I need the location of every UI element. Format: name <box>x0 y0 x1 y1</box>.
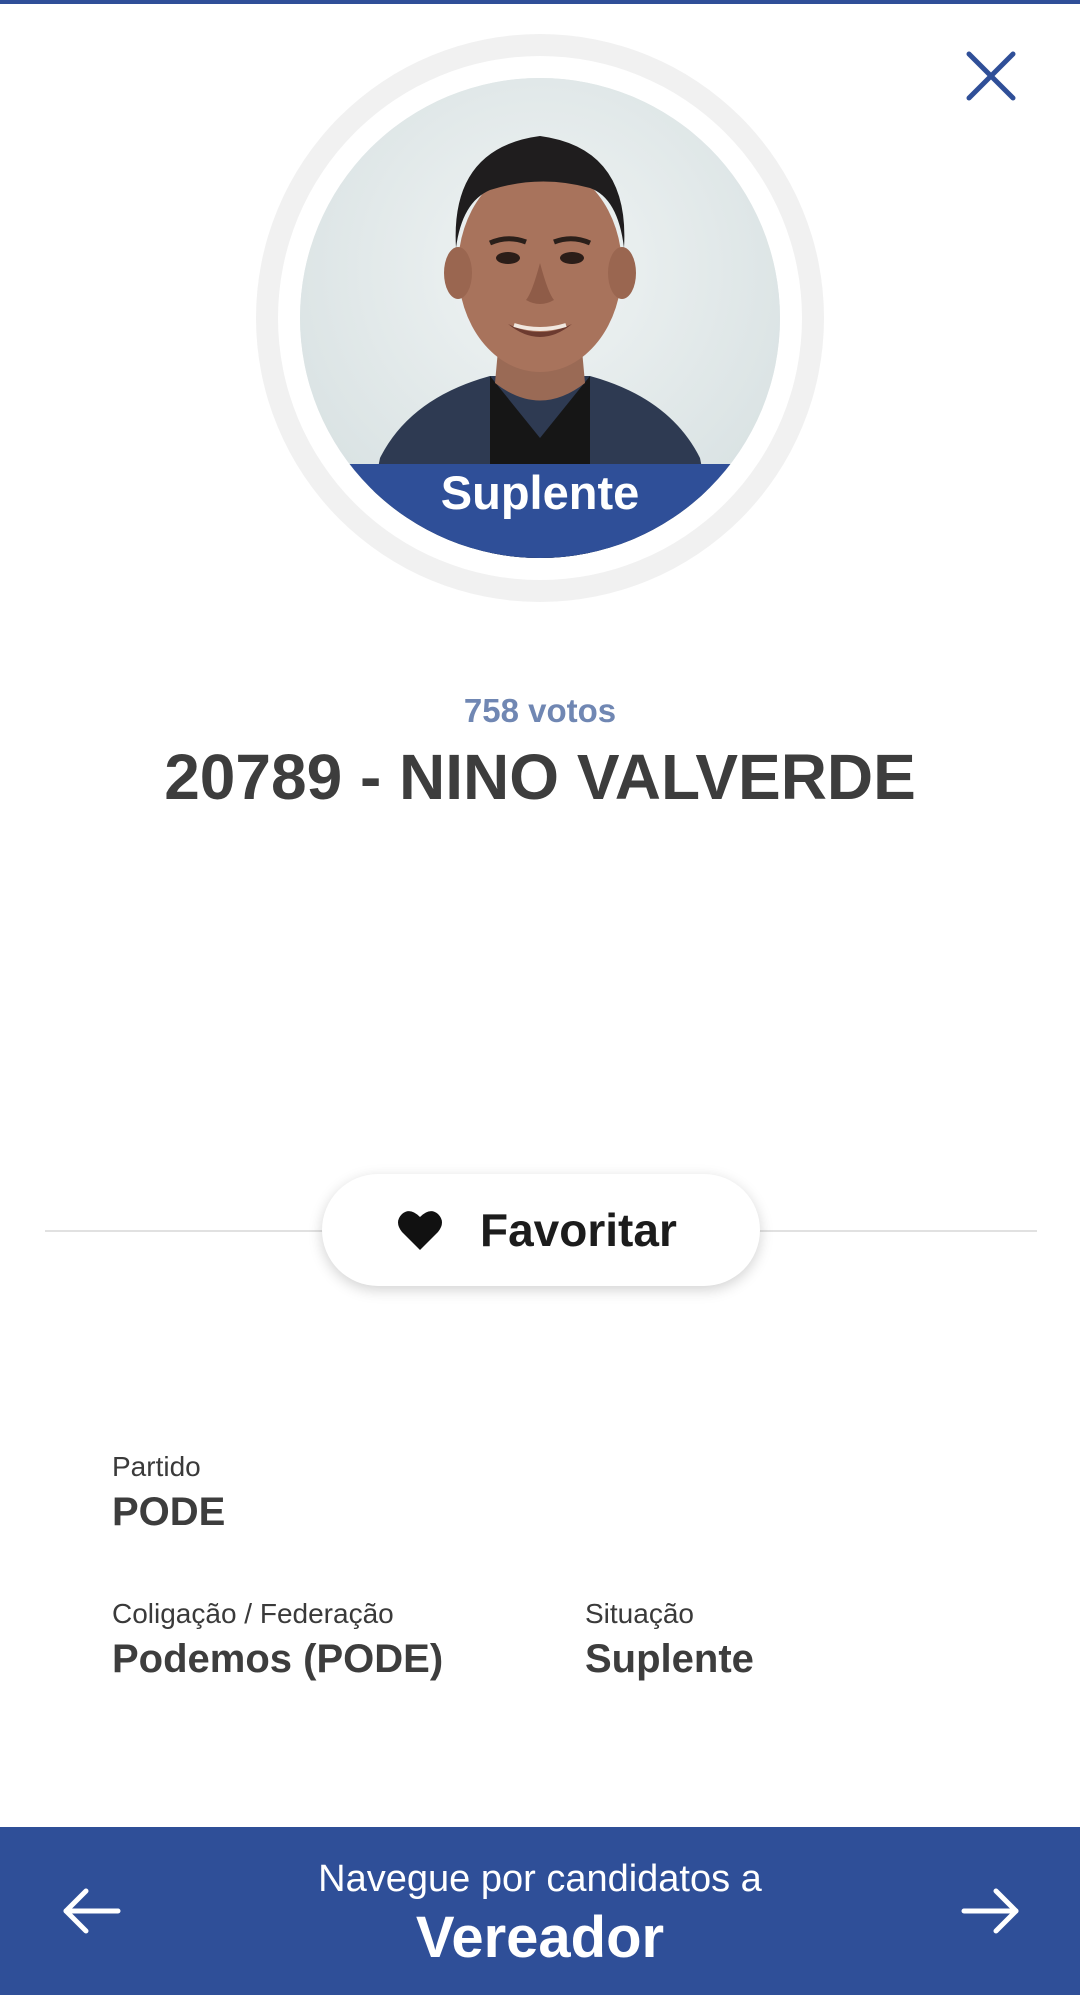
close-button[interactable] <box>955 40 1027 112</box>
situation-label: Situação <box>585 1598 694 1629</box>
navigation-caption: Navegue por candidatos a <box>318 1858 762 1900</box>
close-icon <box>966 51 1016 101</box>
next-candidate-button[interactable] <box>950 1871 1030 1951</box>
candidate-detail-page: Suplente 758 votos 20789 - NINO VALVERDE… <box>0 0 1080 1995</box>
heart-icon <box>398 1211 442 1250</box>
favorite-label: Favoritar <box>480 1204 677 1256</box>
coalition-value: Podemos (PODE) <box>112 1637 444 1681</box>
candidate-name: 20789 - NINO VALVERDE <box>164 741 916 813</box>
favorite-button[interactable]: Favoritar <box>322 1174 760 1286</box>
party-label: Partido <box>112 1451 201 1482</box>
arrow-right-icon <box>961 1888 1019 1934</box>
vote-count: 758 votos <box>463 692 617 729</box>
top-accent-bar <box>0 0 1080 4</box>
coalition-label: Coligação / Federação <box>112 1598 394 1629</box>
situation-value: Suplente <box>585 1637 754 1681</box>
candidate-photo: Suplente <box>300 78 780 558</box>
candidate-navigation-bar: Navegue por candidatos a Vereador <box>0 1827 1080 1995</box>
status-badge: Suplente <box>440 466 640 519</box>
party-value: PODE <box>112 1490 226 1534</box>
navigation-office: Vereador <box>415 1905 665 1970</box>
